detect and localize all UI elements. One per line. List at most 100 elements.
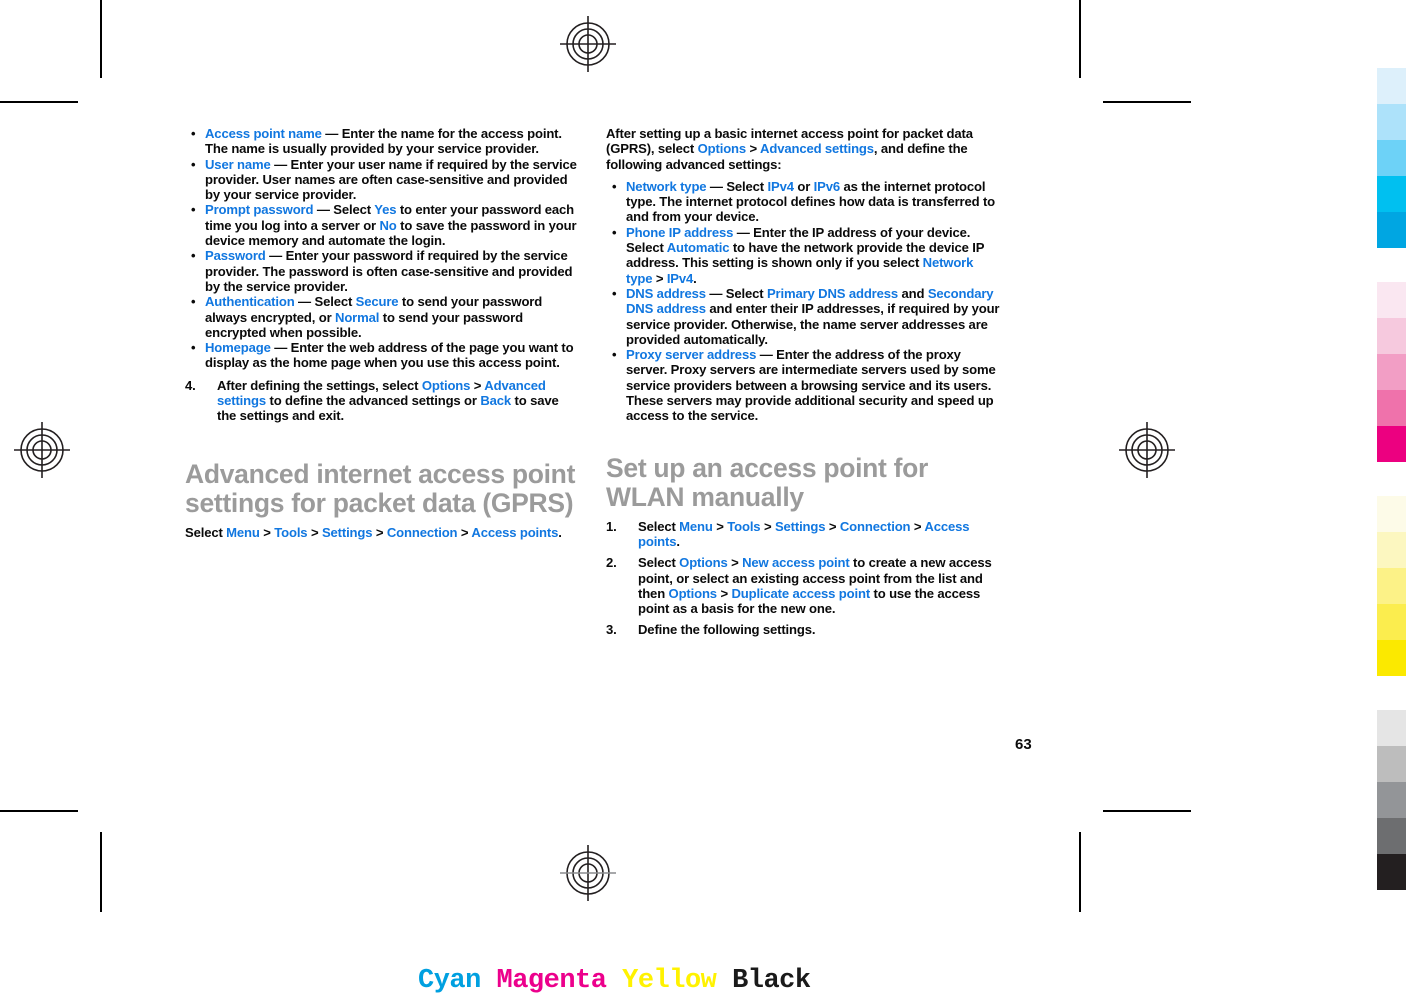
setting-term: DNS address bbox=[626, 285, 706, 301]
path-separator: > bbox=[727, 555, 743, 571]
path-separator: > bbox=[372, 524, 387, 540]
em-dash: — bbox=[705, 285, 726, 301]
menu-link: Connection bbox=[386, 524, 458, 540]
body-text: and bbox=[898, 285, 928, 301]
body-text: to define the advanced settings or bbox=[266, 393, 481, 409]
step-number: 3. bbox=[606, 622, 617, 638]
path-separator: > bbox=[652, 270, 667, 286]
color-swatch bbox=[1377, 68, 1406, 104]
menu-link: IPv6 bbox=[813, 178, 840, 194]
color-swatch bbox=[1377, 354, 1406, 390]
menu-link: IPv4 bbox=[666, 270, 694, 286]
path-separator: > bbox=[716, 585, 732, 601]
printed-page-sheet: Access point name — Enter the name for t… bbox=[0, 0, 1406, 1001]
page-number: 63 bbox=[1015, 736, 1032, 753]
setting-bullet-item: Prompt password — Select Yes to enter yo… bbox=[185, 202, 580, 248]
path-separator: > bbox=[712, 518, 728, 534]
numbered-step: 3. Define the following settings. bbox=[606, 622, 1001, 637]
color-swatch bbox=[1377, 604, 1406, 640]
setting-term: Homepage bbox=[205, 340, 271, 356]
color-swatch bbox=[1377, 496, 1406, 532]
setting-bullet-item: DNS address — Select Primary DNS address… bbox=[606, 286, 1001, 347]
em-dash: — bbox=[706, 178, 727, 194]
black-strip bbox=[1377, 710, 1406, 890]
color-swatch bbox=[1377, 212, 1406, 248]
menu-link: Tools bbox=[274, 524, 308, 540]
setting-bullet-item: User name — Enter your user name if requ… bbox=[185, 157, 580, 203]
setting-bullet-item: Homepage — Enter the web address of the … bbox=[185, 340, 580, 371]
numbered-step: 4. After defining the settings, select Op… bbox=[185, 378, 580, 424]
color-swatch bbox=[1377, 568, 1406, 604]
em-dash: — bbox=[265, 248, 286, 264]
body-text: Select bbox=[314, 294, 356, 310]
menu-link: Options bbox=[421, 377, 471, 393]
menu-link: Duplicate access point bbox=[731, 585, 871, 601]
setting-term: Proxy server address bbox=[626, 347, 757, 363]
setting-bullet-item: Phone IP address — Enter the IP address … bbox=[606, 225, 1001, 286]
menu-link: Options bbox=[668, 585, 718, 601]
settings-bullet-list-right: Network type — Select IPv4 or IPv6 as th… bbox=[606, 179, 1001, 424]
left-column: Access point name — Enter the name for t… bbox=[185, 126, 580, 540]
registration-mark-left-middle bbox=[14, 422, 70, 478]
body-text: or bbox=[793, 178, 814, 194]
crop-mark-bottom-left-horizontal bbox=[0, 810, 78, 812]
color-legend-black: Black bbox=[732, 966, 811, 996]
path-separator: > bbox=[760, 518, 775, 534]
color-legend-magenta: Magenta bbox=[496, 966, 607, 996]
menu-link: Menu bbox=[679, 518, 713, 534]
menu-link: Secure bbox=[355, 294, 399, 310]
step-number: 4. bbox=[185, 377, 196, 393]
legend-space bbox=[716, 966, 732, 996]
body-text: Select bbox=[185, 524, 227, 540]
path-separator: > bbox=[470, 377, 485, 393]
em-dash: — bbox=[756, 347, 777, 363]
section-heading-advanced-gprs: Advanced internet access point settings … bbox=[185, 458, 576, 518]
color-swatch bbox=[1377, 818, 1406, 854]
crop-mark-top-left-horizontal bbox=[0, 101, 78, 103]
setting-bullet-item: Password — Enter your password if requir… bbox=[185, 248, 580, 294]
setting-term: Network type bbox=[626, 178, 707, 194]
menu-path-paragraph: Select Menu > Tools > Settings > Connect… bbox=[185, 525, 580, 540]
menu-link: Options bbox=[679, 555, 728, 571]
color-swatch bbox=[1377, 782, 1406, 818]
em-dash: — bbox=[294, 294, 315, 310]
body-text: . bbox=[558, 524, 562, 540]
menu-link: Menu bbox=[226, 524, 260, 540]
section-heading-wlan-manual: Set up an access point for WLAN manually bbox=[606, 452, 929, 512]
setting-term: Phone IP address bbox=[626, 224, 734, 240]
registration-mark-top-center bbox=[560, 16, 616, 72]
menu-link: No bbox=[379, 217, 397, 233]
path-separator: > bbox=[746, 141, 761, 157]
registration-mark-bottom-center bbox=[560, 845, 616, 901]
body-text: Select bbox=[725, 285, 767, 301]
body-text: Select bbox=[638, 555, 680, 571]
color-swatch bbox=[1377, 426, 1406, 462]
em-dash: — bbox=[270, 340, 291, 356]
cyan-strip bbox=[1377, 68, 1406, 248]
menu-link: Settings bbox=[321, 524, 373, 540]
em-dash: — bbox=[733, 224, 754, 240]
color-swatch bbox=[1377, 390, 1406, 426]
path-separator: > bbox=[457, 524, 472, 540]
color-swatch bbox=[1377, 140, 1406, 176]
setting-term: Password bbox=[205, 248, 266, 264]
menu-link: Advanced settings bbox=[760, 141, 874, 157]
body-text: Select bbox=[726, 178, 768, 194]
settings-bullet-list-left: Access point name — Enter the name for t… bbox=[185, 126, 580, 371]
setting-bullet-item: Authentication — Select Secure to send y… bbox=[185, 294, 580, 340]
numbered-step: 1. Select Menu > Tools > Settings > Conne… bbox=[606, 519, 1001, 550]
crop-mark-bottom-left-vertical bbox=[100, 832, 102, 912]
crop-mark-top-left-vertical bbox=[100, 0, 102, 78]
setting-term: Authentication bbox=[205, 294, 295, 310]
em-dash: — bbox=[270, 156, 291, 172]
menu-link: Normal bbox=[335, 309, 380, 325]
path-separator: > bbox=[825, 518, 840, 534]
path-separator: > bbox=[910, 518, 925, 534]
body-text: . bbox=[676, 533, 680, 549]
em-dash: — bbox=[321, 126, 342, 141]
setting-term: Access point name bbox=[205, 126, 322, 141]
menu-link: Automatic bbox=[666, 240, 730, 256]
color-swatch bbox=[1377, 318, 1406, 354]
